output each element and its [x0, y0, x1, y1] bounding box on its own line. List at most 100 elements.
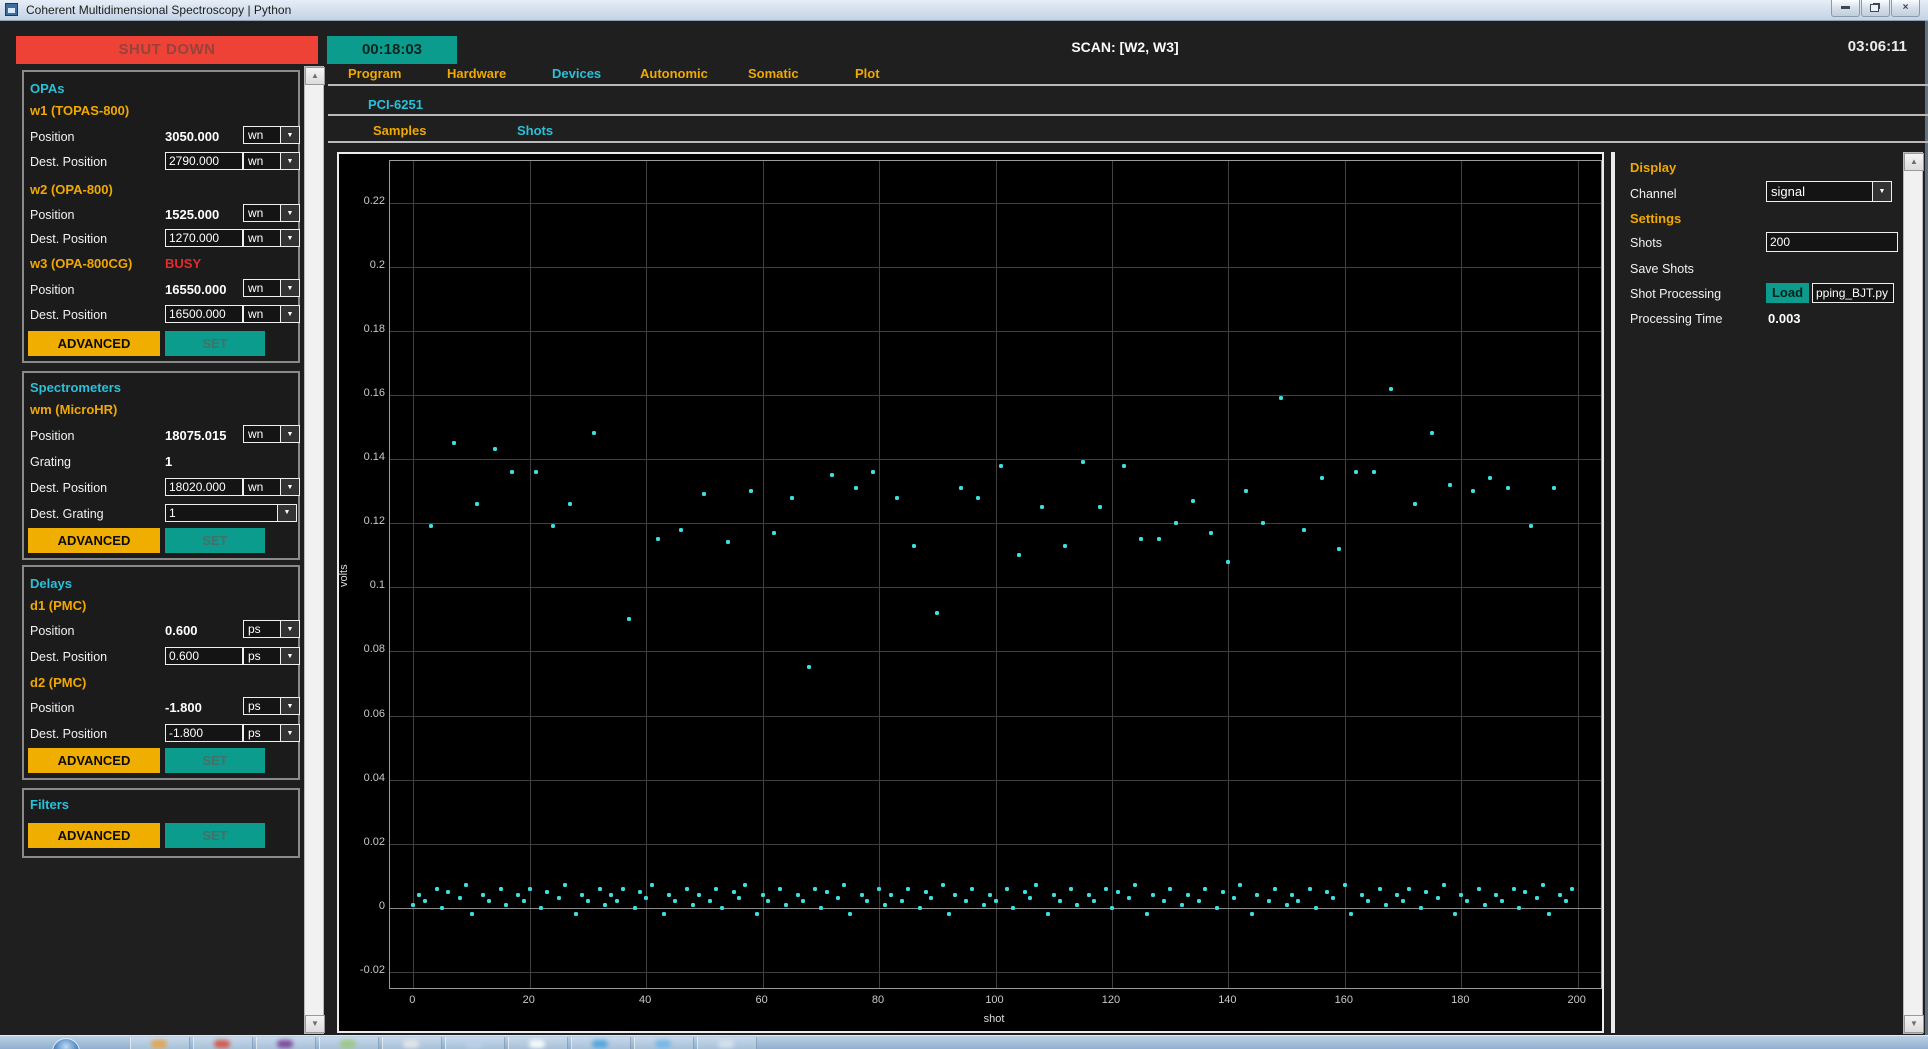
chevron-down-icon[interactable]: ▼ — [280, 280, 299, 296]
pinned-app-4[interactable] — [319, 1037, 379, 1049]
device-tabs-underline — [328, 114, 1928, 116]
right-panel-scrollbar[interactable]: ▲ ▼ — [1903, 152, 1924, 1034]
chevron-down-icon[interactable]: ▼ — [280, 725, 299, 741]
d1-position-units-select[interactable]: ps ▼ — [243, 620, 300, 638]
w3-dest-units-select[interactable]: wn ▼ — [243, 305, 300, 323]
data-point — [1168, 886, 1173, 891]
chevron-down-icon[interactable]: ▼ — [280, 153, 299, 169]
scroll-up-button[interactable]: ▲ — [305, 67, 325, 85]
data-point — [422, 899, 427, 904]
filters-advanced-button[interactable]: ADVANCED — [28, 823, 160, 848]
close-button[interactable]: × — [1891, 0, 1920, 17]
tab-plot[interactable]: Plot — [855, 66, 880, 81]
opas-set-button[interactable]: SET — [165, 331, 265, 356]
x-tick-label: 60 — [755, 994, 768, 1006]
windows-taskbar[interactable] — [0, 1035, 1928, 1049]
w1-dest-position-input[interactable] — [165, 152, 243, 170]
tab-samples[interactable]: Samples — [373, 123, 426, 138]
spectrometers-set-button[interactable]: SET — [165, 528, 265, 553]
pinned-app-6[interactable] — [445, 1037, 505, 1049]
w2-dest-position-input[interactable] — [165, 229, 243, 247]
shutdown-button[interactable]: SHUT DOWN — [16, 36, 318, 64]
data-point — [743, 883, 748, 888]
scroll-up-button[interactable]: ▲ — [1904, 153, 1924, 171]
pinned-app-7[interactable] — [508, 1037, 568, 1049]
restore-icon — [1870, 4, 1879, 12]
data-point — [649, 883, 654, 888]
filters-set-button[interactable]: SET — [165, 823, 265, 848]
chevron-down-icon[interactable]: ▼ — [280, 205, 299, 221]
chevron-down-icon[interactable]: ▼ — [280, 621, 299, 637]
w3-position-units-select[interactable]: wn ▼ — [243, 279, 300, 297]
w3-dest-position-input[interactable] — [165, 305, 243, 323]
data-point — [906, 886, 911, 891]
minimize-button[interactable] — [1831, 0, 1860, 17]
w2-position-units-select[interactable]: wn ▼ — [243, 204, 300, 222]
gridline — [529, 161, 531, 988]
chevron-down-icon[interactable]: ▼ — [1872, 182, 1891, 201]
w1-position-units-select[interactable]: wn ▼ — [243, 126, 300, 144]
tab-shots[interactable]: Shots — [517, 123, 553, 138]
dest-position-label: Dest. Position — [30, 308, 108, 322]
processing-file-input[interactable] — [1812, 283, 1894, 303]
spectrometers-advanced-button[interactable]: ADVANCED — [28, 528, 160, 553]
motor-name-w3: w3 (OPA-800CG) — [30, 256, 133, 271]
w1-dest-units-select[interactable]: wn ▼ — [243, 152, 300, 170]
pinned-app-9[interactable] — [634, 1037, 694, 1049]
d2-position-units-select[interactable]: ps ▼ — [243, 697, 300, 715]
data-point — [1220, 889, 1225, 894]
d2-dest-position-input[interactable] — [165, 724, 243, 742]
chevron-down-icon[interactable]: ▼ — [280, 426, 299, 442]
start-orb[interactable] — [52, 1038, 80, 1049]
data-point — [1051, 893, 1056, 898]
scroll-down-button[interactable]: ▼ — [305, 1015, 325, 1033]
d1-dest-units-select[interactable]: ps ▼ — [243, 647, 300, 665]
pinned-app-2[interactable] — [193, 1037, 253, 1049]
channel-select[interactable]: signal ▼ — [1766, 181, 1892, 202]
chevron-down-icon[interactable]: ▼ — [280, 306, 299, 322]
data-point — [946, 912, 951, 917]
chevron-down-icon[interactable]: ▼ — [280, 230, 299, 246]
w2-dest-units-select[interactable]: wn ▼ — [243, 229, 300, 247]
data-point — [1441, 883, 1446, 888]
data-point — [1173, 521, 1178, 526]
tab-pci-6251[interactable]: PCI-6251 — [368, 97, 423, 112]
chevron-down-icon[interactable]: ▼ — [280, 648, 299, 664]
tab-program[interactable]: Program — [348, 66, 401, 81]
pinned-app-10[interactable] — [697, 1037, 757, 1049]
pinned-app-1[interactable] — [130, 1037, 190, 1049]
scroll-down-button[interactable]: ▼ — [1904, 1015, 1924, 1033]
wm-dest-position-input[interactable] — [165, 478, 243, 496]
data-point — [708, 899, 713, 904]
tab-autonomic[interactable]: Autonomic — [640, 66, 708, 81]
dest-grating-dropdown-button[interactable]: ▼ — [277, 504, 297, 522]
pinned-app-1-icon — [151, 1040, 167, 1048]
wm-position-value: 18075.015 — [165, 428, 227, 443]
gridline — [995, 161, 997, 988]
delays-set-button[interactable]: SET — [165, 748, 265, 773]
d1-dest-position-input[interactable] — [165, 647, 243, 665]
dest-grating-input[interactable] — [165, 504, 279, 522]
tab-hardware[interactable]: Hardware — [447, 66, 506, 81]
chevron-down-icon[interactable]: ▼ — [280, 479, 299, 495]
data-point — [1232, 896, 1237, 901]
wm-dest-units-select[interactable]: wn ▼ — [243, 478, 300, 496]
pinned-app-3[interactable] — [256, 1037, 316, 1049]
opas-advanced-button[interactable]: ADVANCED — [28, 331, 160, 356]
restore-button[interactable] — [1861, 0, 1890, 17]
wm-position-units-select[interactable]: wn ▼ — [243, 425, 300, 443]
shots-input[interactable] — [1766, 232, 1898, 252]
tab-somatic[interactable]: Somatic — [748, 66, 799, 81]
data-point — [1121, 463, 1126, 468]
tab-devices[interactable]: Devices — [552, 66, 601, 81]
w1-position-value: 3050.000 — [165, 129, 220, 144]
pinned-app-8[interactable] — [571, 1037, 631, 1049]
gridline — [1461, 161, 1463, 988]
delays-advanced-button[interactable]: ADVANCED — [28, 748, 160, 773]
chevron-down-icon[interactable]: ▼ — [280, 698, 299, 714]
pinned-app-5[interactable] — [382, 1037, 442, 1049]
load-button[interactable]: Load — [1766, 283, 1809, 303]
sidebar-scrollbar[interactable]: ▲ ▼ — [304, 66, 325, 1034]
chevron-down-icon[interactable]: ▼ — [280, 127, 299, 143]
d2-dest-units-select[interactable]: ps ▼ — [243, 724, 300, 742]
